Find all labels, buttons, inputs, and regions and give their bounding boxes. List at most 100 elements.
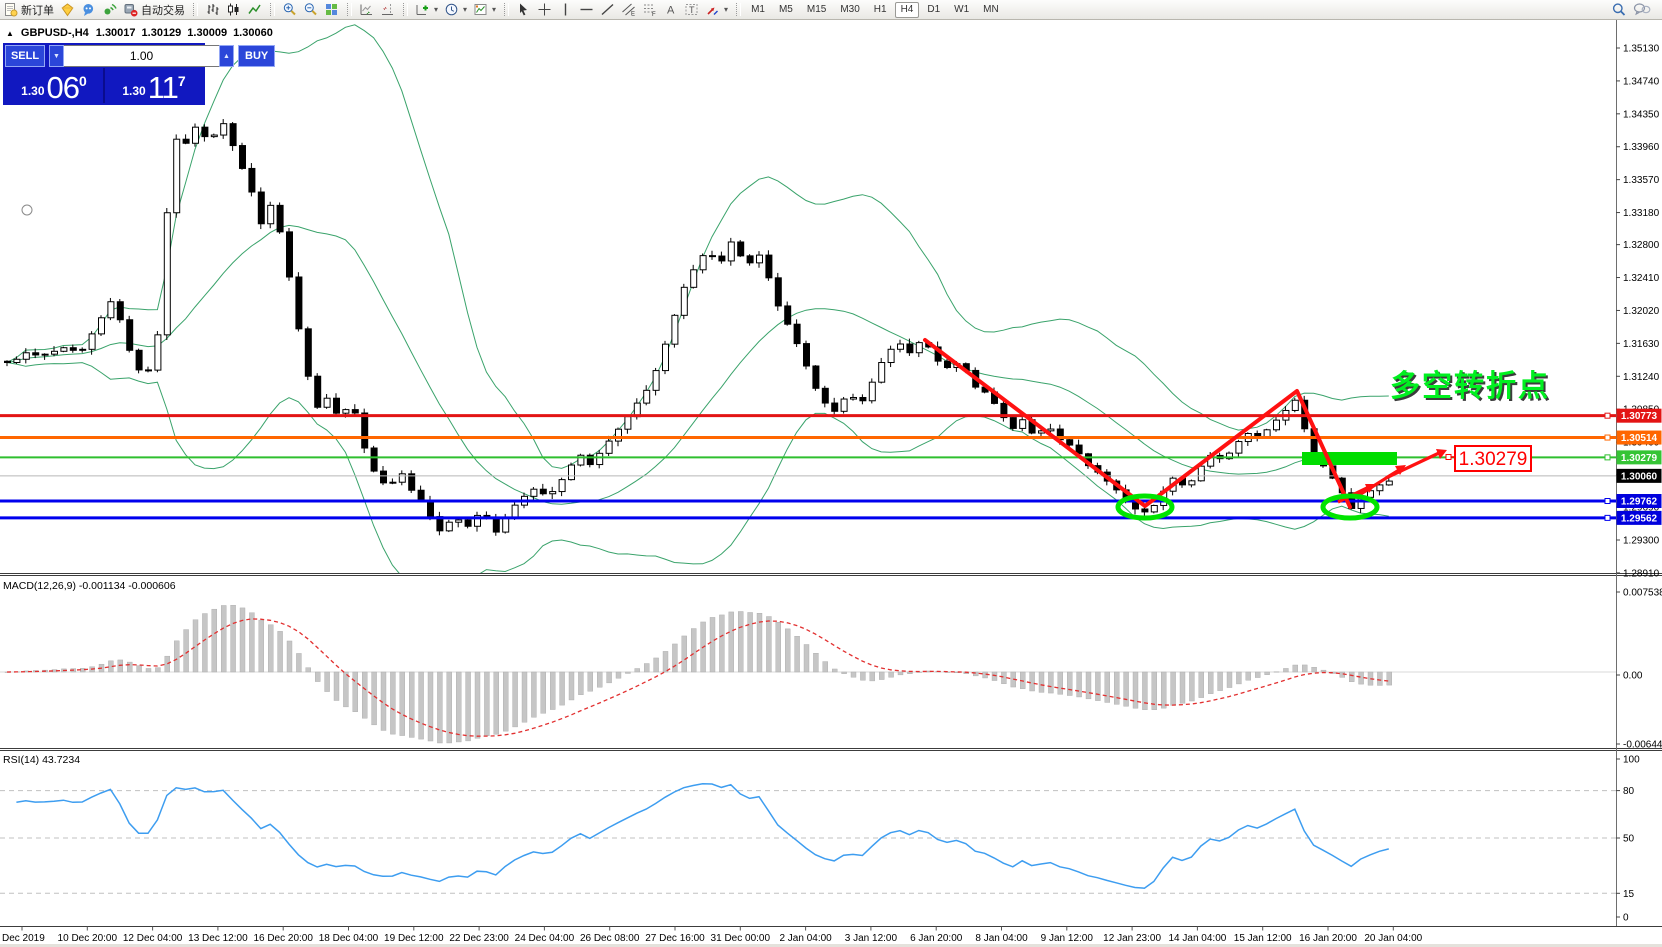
one-click-trading-panel: SELL ▼ ▲ BUY 1.30 06 0 1.30 11 7 xyxy=(3,43,205,105)
svg-text:RSI(14) 43.7234: RSI(14) 43.7234 xyxy=(3,754,80,766)
svg-text:1.33960: 1.33960 xyxy=(1623,142,1660,153)
price-chart[interactable]: 多空转折点多空转折点1.302791.351301.347401.343501.… xyxy=(0,0,1662,947)
buy-price-sup: 7 xyxy=(178,73,186,89)
svg-text:1.33180: 1.33180 xyxy=(1623,208,1660,219)
timeframe-m15[interactable]: M15 xyxy=(801,2,832,18)
svg-text:14 Jan 04:00: 14 Jan 04:00 xyxy=(1168,933,1226,944)
annotations-layer: 多空转折点多空转折点1.30279 xyxy=(22,205,1552,518)
volume-increase-button[interactable]: ▲ xyxy=(219,45,234,67)
candlestick-button[interactable] xyxy=(223,1,244,18)
timeframe-m30[interactable]: M30 xyxy=(834,2,865,18)
templates-icon xyxy=(473,2,488,17)
sell-price[interactable]: 1.30 06 0 xyxy=(5,68,105,103)
toolbar-right-group xyxy=(1608,1,1654,18)
sell-price-prefix: 1.30 xyxy=(21,84,44,98)
buy-price-big: 11 xyxy=(148,73,178,102)
svg-text:F: F xyxy=(652,12,656,17)
line-chart-button[interactable] xyxy=(244,1,265,18)
timeframe-h4[interactable]: H4 xyxy=(895,2,920,18)
svg-text:15 Jan 12:00: 15 Jan 12:00 xyxy=(1234,933,1292,944)
time-axis[interactable]: Dec 201910 Dec 20:0012 Dec 04:0013 Dec 1… xyxy=(2,927,1423,945)
arrows-icon xyxy=(705,2,720,17)
svg-text:80: 80 xyxy=(1623,786,1635,797)
search-icon xyxy=(1611,2,1627,18)
svg-text:1.35130: 1.35130 xyxy=(1623,44,1660,55)
svg-text:22 Dec 23:00: 22 Dec 23:00 xyxy=(449,933,509,944)
zoom-in-button[interactable] xyxy=(279,1,300,18)
toolbar-grip xyxy=(193,3,198,16)
symbol-name: GBPUSD-,H4 xyxy=(21,27,89,39)
svg-text:19 Dec 12:00: 19 Dec 12:00 xyxy=(384,933,444,944)
close-value: 1.30060 xyxy=(233,27,273,39)
symbol-header: ▲ GBPUSD-,H4 1.30017 1.30129 1.30009 1.3… xyxy=(6,27,273,39)
timeframe-d1[interactable]: D1 xyxy=(921,2,946,18)
new-order-button[interactable]: 新订单 xyxy=(0,1,57,18)
svg-text:27 Dec 16:00: 27 Dec 16:00 xyxy=(645,933,705,944)
text-label-button[interactable]: T xyxy=(681,1,702,18)
channel-button[interactable]: E xyxy=(618,1,639,18)
sell-price-sup: 0 xyxy=(79,73,87,89)
cursor-button[interactable] xyxy=(513,1,534,18)
zoom-out-icon xyxy=(303,2,318,17)
indicators-button[interactable]: ▾ xyxy=(412,1,441,18)
svg-text:0: 0 xyxy=(1623,913,1629,924)
svg-text:1.33570: 1.33570 xyxy=(1623,175,1660,186)
buy-button[interactable]: BUY xyxy=(238,45,275,67)
svg-text:-0.006446: -0.006446 xyxy=(1623,740,1662,751)
chat-button[interactable] xyxy=(1630,1,1654,18)
sell-button[interactable]: SELL xyxy=(5,45,45,67)
svg-text:1.29762: 1.29762 xyxy=(1621,497,1658,508)
svg-text:3 Jan 12:00: 3 Jan 12:00 xyxy=(845,933,898,944)
svg-text:1.34740: 1.34740 xyxy=(1623,76,1660,87)
volume-input[interactable] xyxy=(64,45,219,67)
search-button[interactable] xyxy=(1608,1,1630,18)
svg-text:1.30279: 1.30279 xyxy=(1459,449,1528,470)
candlestick-icon xyxy=(226,2,241,17)
autotrade-button[interactable]: 自动交易 xyxy=(120,1,188,18)
timeframe-mn[interactable]: MN xyxy=(977,2,1005,18)
dropdown-caret-icon: ▾ xyxy=(724,5,728,14)
buy-price[interactable]: 1.30 11 7 xyxy=(105,68,203,103)
svg-text:1.29562: 1.29562 xyxy=(1621,513,1658,524)
community-button[interactable] xyxy=(78,1,99,18)
gem-button[interactable] xyxy=(57,1,78,18)
bar-chart-button[interactable] xyxy=(202,1,223,18)
dropdown-caret-icon: ▾ xyxy=(434,5,438,14)
periods-button[interactable]: ▾ xyxy=(441,1,470,18)
svg-text:2 Jan 04:00: 2 Jan 04:00 xyxy=(779,933,832,944)
toolbar-grip xyxy=(347,3,352,16)
svg-text:16 Dec 20:00: 16 Dec 20:00 xyxy=(253,933,313,944)
timeframe-m1[interactable]: M1 xyxy=(745,2,771,18)
svg-text:13 Dec 12:00: 13 Dec 12:00 xyxy=(188,933,248,944)
main-pane: 多空转折点多空转折点1.30279 xyxy=(0,25,1616,604)
svg-text:1.30279: 1.30279 xyxy=(1621,453,1658,464)
svg-text:1.30773: 1.30773 xyxy=(1621,411,1658,422)
svg-text:100: 100 xyxy=(1623,755,1640,766)
auto-scroll-button[interactable] xyxy=(356,1,377,18)
chart-shift-button[interactable] xyxy=(377,1,398,18)
signals-button[interactable] xyxy=(99,1,120,18)
timeframe-h1[interactable]: H1 xyxy=(868,2,893,18)
svg-text:26 Dec 08:00: 26 Dec 08:00 xyxy=(580,933,640,944)
timeframe-m5[interactable]: M5 xyxy=(773,2,799,18)
tile-windows-button[interactable] xyxy=(321,1,342,18)
high-value: 1.30129 xyxy=(142,27,182,39)
timeframe-w1[interactable]: W1 xyxy=(948,2,975,18)
svg-text:1.29300: 1.29300 xyxy=(1623,535,1660,546)
svg-text:24 Dec 04:00: 24 Dec 04:00 xyxy=(515,933,575,944)
text-button[interactable]: A xyxy=(660,1,681,18)
templates-button[interactable]: ▾ xyxy=(470,1,499,18)
collapse-marker-icon[interactable]: ▲ xyxy=(6,29,14,38)
autotrade-icon xyxy=(123,2,138,17)
crosshair-button[interactable] xyxy=(534,1,555,18)
zoom-out-button[interactable] xyxy=(300,1,321,18)
hline-button[interactable] xyxy=(576,1,597,18)
text-icon: A xyxy=(663,2,678,17)
volume-decrease-button[interactable]: ▼ xyxy=(49,45,64,67)
arrows-button[interactable]: ▾ xyxy=(702,1,731,18)
fibonacci-button[interactable]: F xyxy=(639,1,660,18)
trendline-button[interactable] xyxy=(597,1,618,18)
vline-button[interactable] xyxy=(555,1,576,18)
trade-panel-price-row: 1.30 06 0 1.30 11 7 xyxy=(5,68,203,103)
macd-pane xyxy=(0,605,1616,743)
